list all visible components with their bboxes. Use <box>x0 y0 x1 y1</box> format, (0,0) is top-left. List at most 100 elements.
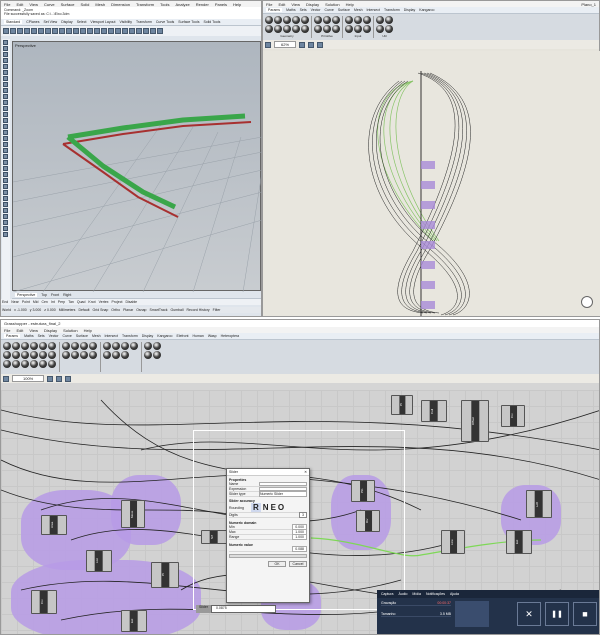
gh-component-icon[interactable] <box>103 342 111 350</box>
gh-component-icon[interactable] <box>153 351 161 359</box>
gh-component-icon[interactable] <box>71 351 79 359</box>
gh-top-tab-surface[interactable]: Surface <box>338 8 350 12</box>
gh-component-icon[interactable] <box>144 342 152 350</box>
gh-tab-maths[interactable]: Maths <box>24 334 34 338</box>
gh-component-icon[interactable] <box>89 351 97 359</box>
zoom-icon[interactable] <box>73 28 79 34</box>
gh-component-icon[interactable] <box>314 16 322 24</box>
gh-component-icon[interactable] <box>48 342 56 350</box>
range-input[interactable]: 1.000 <box>292 534 307 540</box>
gh-component-icon[interactable] <box>301 16 309 24</box>
gh-component-icon[interactable] <box>301 25 309 33</box>
rhino-menu-item[interactable]: View <box>29 2 38 7</box>
array-tool-icon[interactable] <box>3 172 8 177</box>
status-ortho[interactable]: Ortho <box>111 308 120 312</box>
tab-surface-tools[interactable]: Surface Tools <box>178 20 199 24</box>
open-icon[interactable] <box>10 28 16 34</box>
gh-component-icon[interactable] <box>376 16 384 24</box>
gh-node[interactable]: Ext <box>121 610 147 632</box>
rhino-menu-item[interactable]: Tools <box>160 2 169 7</box>
gh-component-icon[interactable] <box>12 351 20 359</box>
gh-top-tab-kangaroo[interactable]: Kangaroo <box>419 8 434 12</box>
grid-icon[interactable] <box>129 28 135 34</box>
gh-component-icon[interactable] <box>363 16 371 24</box>
gh-component-icon[interactable] <box>21 351 29 359</box>
circle-tool-icon[interactable] <box>3 64 8 69</box>
gh-component-icon[interactable] <box>274 16 282 24</box>
gh-component-icon[interactable] <box>354 25 362 33</box>
mirror-tool-icon[interactable] <box>3 166 8 171</box>
gh-component-icon[interactable] <box>130 342 138 350</box>
gh-node[interactable]: Offset <box>461 400 489 442</box>
save-icon[interactable] <box>17 28 23 34</box>
capture-tab-ajuda[interactable]: Ajuda <box>450 592 459 596</box>
osnap-vertex[interactable]: Vertex <box>99 300 109 304</box>
rhino-menu-item[interactable]: File <box>4 2 10 7</box>
gh-component-icon[interactable] <box>314 25 322 33</box>
gh-component-icon[interactable] <box>71 342 79 350</box>
value-slider[interactable] <box>229 554 307 558</box>
split-tool-icon[interactable] <box>3 184 8 189</box>
gh-tab-vector[interactable]: Vector <box>49 334 59 338</box>
mesh-tool-icon[interactable] <box>3 130 8 135</box>
status-smarttrack[interactable]: SmartTrack <box>150 308 168 312</box>
gh-node[interactable]: Ext <box>506 530 532 554</box>
lock-tool-icon[interactable] <box>3 220 8 225</box>
polygon-tool-icon[interactable] <box>3 88 8 93</box>
gh-top-tab-display[interactable]: Display <box>404 8 415 12</box>
gh-component-icon[interactable] <box>153 342 161 350</box>
pan-icon[interactable] <box>59 28 65 34</box>
gh-top-menu-item[interactable]: Display <box>306 2 319 7</box>
capture-pause-button[interactable]: ❚❚ <box>545 602 569 626</box>
gh-top-menu-item[interactable]: File <box>266 2 272 7</box>
osnap-int[interactable]: Int <box>51 300 55 304</box>
slider-chip[interactable]: Slider 0.0875 <box>196 605 276 613</box>
gh-menu-item[interactable]: Display <box>44 328 57 333</box>
gh-component-icon[interactable] <box>3 342 11 350</box>
gh-component-icon[interactable] <box>292 25 300 33</box>
new-file-icon[interactable] <box>3 28 9 34</box>
extrude-tool-icon[interactable] <box>3 112 8 117</box>
gh-tab-kangaroo[interactable]: Kangaroo <box>157 334 172 338</box>
gh-top-tab-sets[interactable]: Sets <box>300 8 307 12</box>
hide-tool-icon[interactable] <box>3 214 8 219</box>
gh-top-tab-transform[interactable]: Transform <box>384 8 400 12</box>
gh-component-icon[interactable] <box>12 360 20 368</box>
gh-component-icon[interactable] <box>265 16 273 24</box>
gh-node[interactable]: Line <box>441 530 465 554</box>
gh-tab-transform[interactable]: Transform <box>122 334 138 338</box>
rhino-menu-item[interactable]: Dimension <box>111 2 130 7</box>
gh-component-icon[interactable] <box>323 25 331 33</box>
explode-tool-icon[interactable] <box>3 196 8 201</box>
osnap-disable[interactable]: Disable <box>125 300 137 304</box>
gh-component-icon[interactable] <box>385 25 393 33</box>
text-tool-icon[interactable] <box>3 94 8 99</box>
gh-component-icon[interactable] <box>30 342 38 350</box>
gh-component-icon[interactable] <box>332 16 340 24</box>
gh-save-icon[interactable] <box>265 41 271 48</box>
gh-top-menu-item[interactable]: Help <box>346 2 354 7</box>
rotate-view-icon[interactable] <box>66 28 72 34</box>
undo-icon[interactable] <box>52 28 58 34</box>
scale-tool-icon[interactable] <box>3 160 8 165</box>
gh-node[interactable]: Crv <box>501 405 525 427</box>
gh-sketch-icon[interactable] <box>317 41 324 48</box>
tab-curve-tools[interactable]: Curve Tools <box>156 20 174 24</box>
viewport-tab-top[interactable]: Top <box>41 293 47 297</box>
tab-cplanes[interactable]: CPlanes <box>26 20 39 24</box>
gh-tab-intersect[interactable]: Intersect <box>105 334 118 338</box>
trim-tool-icon[interactable] <box>3 178 8 183</box>
gh-component-icon[interactable] <box>39 360 47 368</box>
curve-tool-icon[interactable] <box>3 58 8 63</box>
gh-component-icon[interactable] <box>292 16 300 24</box>
gh-component-icon[interactable] <box>30 360 38 368</box>
zoom-window-icon[interactable] <box>80 28 86 34</box>
status-grid-snap[interactable]: Grid Snap <box>93 308 109 312</box>
join-tool-icon[interactable] <box>3 190 8 195</box>
osnap-perp[interactable]: Perp <box>58 300 65 304</box>
gh-component-icon[interactable] <box>345 16 353 24</box>
gh-component-icon[interactable] <box>39 342 47 350</box>
gh-top-menu-item[interactable]: Solution <box>325 2 339 7</box>
gh-tab-surface[interactable]: Surface <box>76 334 88 338</box>
gh-component-icon[interactable] <box>21 360 29 368</box>
